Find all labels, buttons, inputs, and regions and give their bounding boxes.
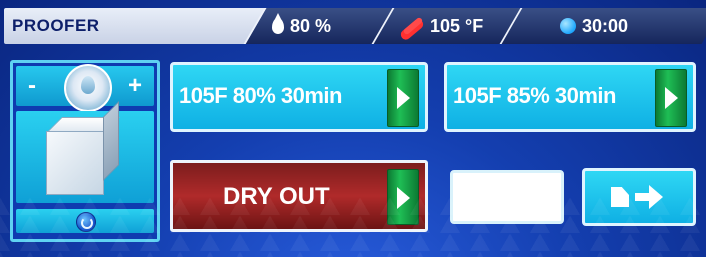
start-recipe-button[interactable] xyxy=(655,69,687,127)
humidity-knob[interactable] xyxy=(64,64,112,112)
play-arrow-icon xyxy=(665,87,678,109)
dry-out-label: DRY OUT xyxy=(223,183,330,210)
humidity-readout: 80 % xyxy=(272,13,332,38)
timer-value: 30:00 xyxy=(582,15,629,36)
proofer-control-panel: - + xyxy=(10,60,160,242)
recipe-label: 105F 80% 30min xyxy=(179,83,342,108)
app-title: PROOFER xyxy=(12,16,100,35)
water-drop-icon xyxy=(81,76,95,94)
water-drop-icon xyxy=(272,13,284,34)
temperature-value: 105 °F xyxy=(430,15,484,36)
recipe-button-2[interactable]: 105F 85% 30min xyxy=(444,62,696,132)
temperature-readout: 105 °F xyxy=(402,14,483,38)
power-icon xyxy=(76,212,96,232)
dry-out-button[interactable]: DRY OUT xyxy=(170,160,428,232)
increase-button[interactable]: + xyxy=(128,72,142,100)
start-recipe-button[interactable] xyxy=(387,69,419,127)
timer-readout: 30:00 xyxy=(560,14,628,38)
play-arrow-icon xyxy=(397,87,410,109)
arrow-right-icon xyxy=(635,185,663,209)
proofer-cabinet-icon xyxy=(46,101,120,195)
start-dry-out-button[interactable] xyxy=(387,169,419,225)
power-button[interactable] xyxy=(16,209,154,233)
humidity-value: 80 % xyxy=(290,15,332,36)
thermometer-icon xyxy=(402,16,424,36)
timer-icon xyxy=(560,18,576,34)
decrease-button[interactable]: - xyxy=(28,72,36,100)
header-bar: PROOFER 80 % 105 °F 30:00 xyxy=(4,8,706,44)
empty-recipe-slot[interactable] xyxy=(450,170,564,224)
page-icon xyxy=(611,187,629,207)
humidity-adjust-bar: - + xyxy=(16,64,154,112)
next-page-button[interactable] xyxy=(582,168,696,226)
play-arrow-icon xyxy=(397,187,410,209)
recipe-label: 105F 85% 30min xyxy=(453,83,616,108)
screen: PROOFER 80 % 105 °F 30:00 - + 105F 80% 3… xyxy=(0,0,706,257)
proofer-cabinet-button[interactable] xyxy=(16,101,154,203)
recipe-button-1[interactable]: 105F 80% 30min xyxy=(170,62,428,132)
